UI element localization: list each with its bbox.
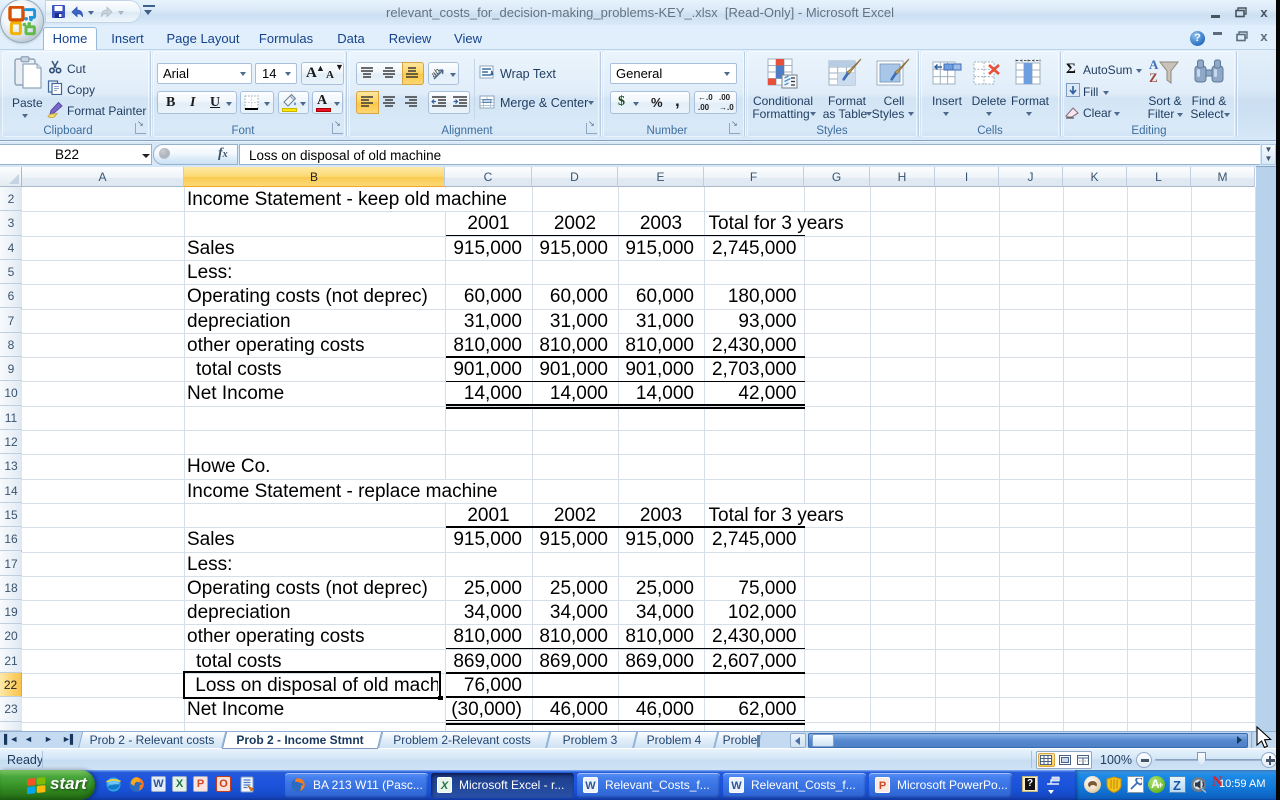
svg-text:Z: Z — [1149, 70, 1158, 85]
svg-text:ab: ab — [432, 66, 442, 79]
